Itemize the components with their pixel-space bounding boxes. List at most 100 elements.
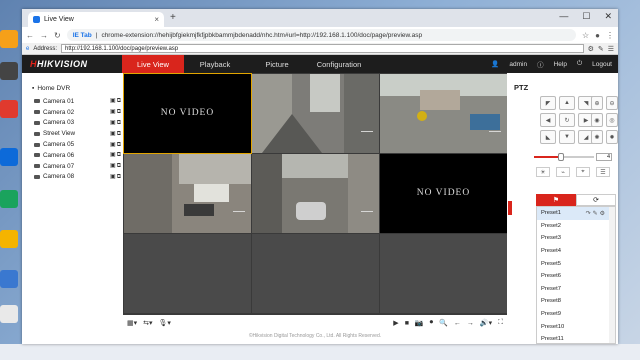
ptz-speed-slider[interactable]: [534, 153, 594, 161]
maximize-button[interactable]: ☐: [582, 11, 590, 22]
camera-item[interactable]: Camera 02 ▣⧉: [32, 107, 122, 118]
forward-icon[interactable]: →: [40, 31, 48, 40]
video-cell-9[interactable]: [380, 234, 507, 313]
ptz-down-left-icon[interactable]: ◣: [540, 130, 556, 144]
auxiliary-focus-icon[interactable]: ⌖: [576, 167, 590, 177]
preset-item[interactable]: Preset9: [537, 308, 615, 321]
camera-item[interactable]: Camera 03 ▣⧉: [32, 118, 122, 129]
zoom-icon[interactable]: 🔍: [439, 319, 448, 327]
video-cell-6[interactable]: NO VIDEO: [380, 154, 507, 233]
tools-icon[interactable]: ⚙: [588, 45, 594, 53]
preset-scrollbar[interactable]: [609, 207, 615, 343]
iris-open-icon[interactable]: ✺: [591, 130, 603, 144]
light-icon[interactable]: ☀: [536, 167, 550, 177]
preset-item[interactable]: Preset3: [537, 232, 615, 245]
video-cell-1[interactable]: NO VIDEO: [123, 73, 252, 154]
settings-icon[interactable]: ✎: [598, 45, 604, 53]
desktop-app-icon[interactable]: [0, 305, 18, 323]
ptz-auto-icon[interactable]: ↻: [559, 113, 575, 127]
preset-item[interactable]: Preset4: [537, 245, 615, 258]
microphone-icon[interactable]: 🎙▾: [159, 319, 171, 327]
profile-avatar-icon[interactable]: ●: [595, 31, 600, 40]
lens-init-icon[interactable]: ☰: [596, 167, 610, 177]
user-name[interactable]: admin: [509, 61, 527, 68]
preset-actions-icon[interactable]: ↷✎⚙: [586, 210, 607, 217]
video-cell-2[interactable]: ▬▬▬▬: [252, 74, 379, 153]
desktop-app-icon[interactable]: [0, 30, 18, 48]
minimize-button[interactable]: —: [559, 11, 568, 22]
logout-link[interactable]: Logout: [592, 61, 612, 68]
close-window-button[interactable]: ✕: [604, 11, 612, 22]
tree-root[interactable]: ▪ Home DVR: [32, 85, 122, 92]
stream-icon[interactable]: ⇆▾: [143, 319, 152, 327]
layout-icon[interactable]: ▦▾: [127, 319, 137, 327]
menu-icon[interactable]: ⋮: [606, 31, 614, 40]
desktop-app-icon[interactable]: [0, 190, 18, 208]
menu-picture[interactable]: Picture: [246, 55, 308, 73]
camera-item[interactable]: Camera 01 ▣⧉: [32, 96, 122, 107]
omnibox[interactable]: IE Tab | chrome-extension://hehijbfgiekm…: [66, 29, 576, 41]
desktop-app-icon[interactable]: [0, 230, 18, 248]
tab-close-icon[interactable]: ×: [154, 15, 159, 24]
camera-ops-icon[interactable]: ▣⧉: [110, 108, 122, 116]
ptz-left-icon[interactable]: ◀: [540, 113, 556, 127]
camera-item[interactable]: Street View ▣⧉: [32, 128, 122, 139]
video-cell-7[interactable]: [124, 234, 251, 313]
record-icon[interactable]: ⏺: [430, 319, 434, 327]
preset-item[interactable]: Preset5: [537, 257, 615, 270]
preset-item[interactable]: Preset10: [537, 320, 615, 333]
star-icon[interactable]: ☆: [582, 31, 589, 40]
camera-item[interactable]: Camera 05 ▣⧉: [32, 139, 122, 150]
previous-page-icon[interactable]: ←: [454, 320, 461, 327]
stop-all-icon[interactable]: ■: [405, 320, 409, 327]
volume-icon[interactable]: 🔊▾: [480, 319, 492, 327]
tab-preset-icon[interactable]: ⚑: [536, 194, 576, 206]
camera-ops-icon[interactable]: ▣⧉: [110, 130, 122, 138]
camera-ops-icon[interactable]: ▣⧉: [110, 97, 122, 105]
address-field[interactable]: http://192.168.1.100/doc/page/preview.as…: [61, 44, 584, 53]
tab-live-view[interactable]: Live View ×: [28, 12, 164, 27]
preset-item[interactable]: Preset11: [537, 333, 615, 343]
compat-icon[interactable]: ☰: [608, 45, 614, 53]
desktop-app-icon[interactable]: [0, 62, 18, 80]
preset-item[interactable]: Preset6: [537, 270, 615, 283]
video-cell-3[interactable]: ▬▬▬▬: [380, 74, 507, 153]
desktop-app-icon[interactable]: [0, 100, 18, 118]
preset-item[interactable]: Preset7: [537, 283, 615, 296]
tab-patrol-icon[interactable]: ⟳: [576, 194, 616, 206]
focus-far-icon[interactable]: ◎: [606, 113, 618, 127]
ptz-speed-knob[interactable]: [558, 153, 564, 161]
video-cell-4[interactable]: ▬▬▬▬: [124, 154, 251, 233]
camera-item[interactable]: Camera 07 ▣⧉: [32, 161, 122, 172]
start-all-icon[interactable]: ▶: [393, 319, 398, 327]
reload-icon[interactable]: ↻: [54, 31, 61, 40]
camera-ops-icon[interactable]: ▣⧉: [110, 162, 122, 170]
desktop-app-icon[interactable]: [0, 148, 18, 166]
back-icon[interactable]: ←: [26, 31, 34, 40]
camera-ops-icon[interactable]: ▣⧉: [110, 173, 122, 181]
video-cell-8[interactable]: [252, 234, 379, 313]
camera-ops-icon[interactable]: ▣⧉: [110, 119, 122, 127]
ptz-up-left-icon[interactable]: ◤: [540, 96, 556, 110]
camera-item[interactable]: Camera 06 ▣⧉: [32, 150, 122, 161]
capture-icon[interactable]: 📷: [415, 319, 424, 327]
camera-ops-icon[interactable]: ▣⧉: [110, 151, 122, 159]
ptz-up-icon[interactable]: ▲: [559, 96, 575, 110]
fullscreen-icon[interactable]: ⛶: [498, 319, 503, 327]
preset-item[interactable]: Preset1 ↷✎⚙: [537, 207, 615, 220]
zoom-in-icon[interactable]: ⊕: [591, 96, 603, 110]
camera-item[interactable]: Camera 08 ▣⧉: [32, 172, 122, 183]
preset-item[interactable]: Preset8: [537, 295, 615, 308]
next-page-icon[interactable]: →: [467, 320, 474, 327]
wiper-icon[interactable]: ⌁: [556, 167, 570, 177]
zoom-out-icon[interactable]: ⊖: [606, 96, 618, 110]
menu-live-view[interactable]: Live View: [122, 55, 184, 73]
camera-ops-icon[interactable]: ▣⧉: [110, 141, 122, 149]
desktop-app-icon[interactable]: [0, 270, 18, 288]
ptz-down-icon[interactable]: ▼: [559, 130, 575, 144]
preset-item[interactable]: Preset2: [537, 220, 615, 233]
menu-configuration[interactable]: Configuration: [308, 55, 370, 73]
iris-close-icon[interactable]: ✹: [606, 130, 618, 144]
focus-near-icon[interactable]: ◉: [591, 113, 603, 127]
video-cell-5[interactable]: ▬▬▬▬: [252, 154, 379, 233]
